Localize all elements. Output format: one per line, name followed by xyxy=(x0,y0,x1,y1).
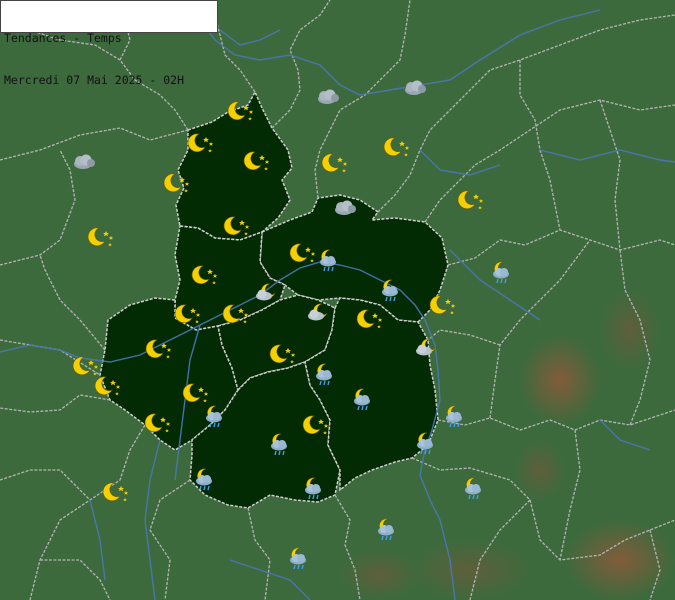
cloud-icon xyxy=(405,80,426,95)
cloud-icon xyxy=(74,154,95,169)
moon-cloud-rain-icon xyxy=(289,547,307,570)
moon-stars-icon xyxy=(321,153,348,173)
moon-stars-icon xyxy=(383,137,410,157)
moon-stars-icon xyxy=(429,295,456,315)
map-title-box: Tendances - Temps Mercredi 07 Mai 2025 -… xyxy=(0,0,218,87)
moon-cloud-rain-icon xyxy=(445,405,463,428)
moon-cloud-rain-icon xyxy=(377,518,395,541)
cloud-icon xyxy=(318,89,339,104)
map-date: Mercredi 07 Mai 2025 - 02H xyxy=(4,73,185,87)
moon-stars-icon xyxy=(102,482,129,502)
moon-cloud-rain-icon xyxy=(492,261,510,284)
moon-stars-icon xyxy=(87,227,114,247)
moon-stars-icon xyxy=(457,190,484,210)
moon-cloud-rain-icon xyxy=(464,477,482,500)
map-title: Tendances - Temps xyxy=(4,31,122,45)
